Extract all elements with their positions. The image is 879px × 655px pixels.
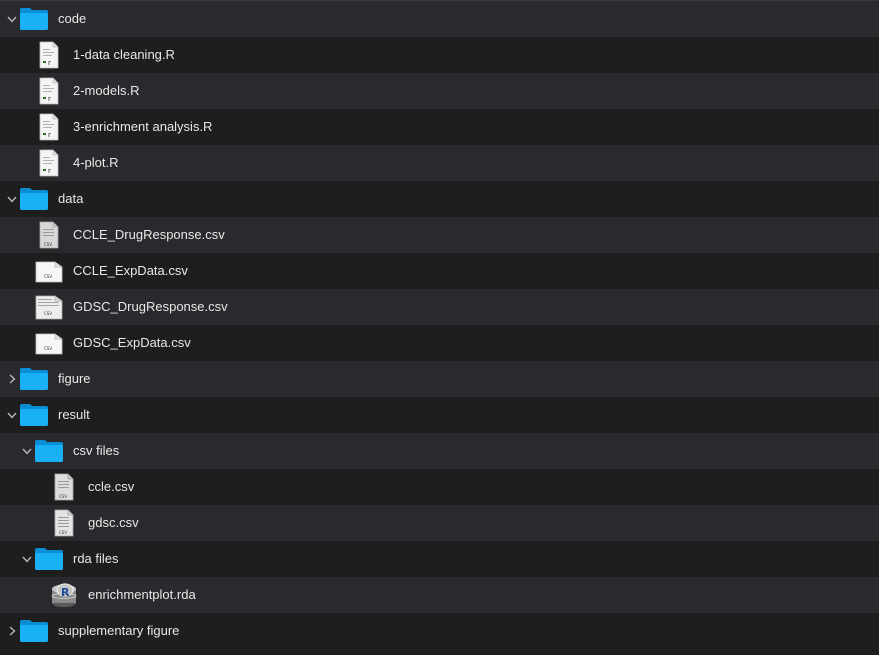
chevron-right-icon[interactable] (6, 625, 18, 637)
csv-file-icon: CSV (49, 509, 79, 537)
r-file-icon: r (34, 113, 64, 141)
file-row-r-script[interactable]: r 2-models.R (0, 73, 879, 109)
file-row-csv[interactable]: CSV GDSC_ExpData.csv (0, 325, 879, 361)
folder-icon (19, 617, 49, 645)
csv-tag: CSV (59, 494, 67, 499)
file-label: 1-data cleaning.R (73, 47, 175, 62)
svg-text:r: r (48, 167, 51, 175)
file-row-r-script[interactable]: r 4-plot.R (0, 145, 879, 181)
folder-row-code[interactable]: code (0, 1, 879, 37)
file-label: 3-enrichment analysis.R (73, 119, 213, 134)
folder-label: data (58, 191, 84, 206)
folder-row-figure[interactable]: figure (0, 361, 879, 397)
r-data-icon: R (49, 581, 79, 609)
folder-icon (19, 5, 49, 33)
folder-label: rda files (73, 551, 119, 566)
chevron-down-icon[interactable] (6, 13, 18, 25)
file-browser: code r 1-data cleaning.R r 2-models.R r … (0, 0, 879, 655)
csv-file-icon: CSV (34, 329, 64, 357)
file-row-r-script[interactable]: r 3-enrichment analysis.R (0, 109, 879, 145)
r-file-icon: r (34, 77, 64, 105)
folder-label: figure (58, 371, 91, 386)
file-label: GDSC_ExpData.csv (73, 335, 191, 350)
csv-tag: CSV (44, 274, 52, 279)
folder-row-result[interactable]: result (0, 397, 879, 433)
folder-icon (34, 545, 64, 573)
folder-label: supplementary figure (58, 623, 180, 638)
file-row-csv[interactable]: CSV CCLE_ExpData.csv (0, 253, 879, 289)
folder-icon (19, 365, 49, 393)
file-label: ccle.csv (88, 479, 135, 494)
chevron-right-icon[interactable] (6, 373, 18, 385)
folder-label: result (58, 407, 90, 422)
folder-row-csv-files[interactable]: csv files (0, 433, 879, 469)
r-file-icon: r (34, 41, 64, 69)
file-label: CCLE_DrugResponse.csv (73, 227, 225, 242)
file-row-r-script[interactable]: r 1-data cleaning.R (0, 37, 879, 73)
folder-label: code (58, 11, 87, 26)
csv-file-icon: CSV (34, 221, 64, 249)
folder-icon (34, 437, 64, 465)
csv-file-icon: CSV (34, 257, 64, 285)
folder-label: csv files (73, 443, 120, 458)
file-label: gdsc.csv (88, 515, 139, 530)
csv-tag: CSV (44, 242, 52, 247)
chevron-down-icon[interactable] (6, 193, 18, 205)
svg-text:r: r (48, 59, 51, 67)
csv-file-icon: CSV (34, 293, 64, 321)
svg-text:R: R (61, 586, 70, 599)
chevron-down-icon[interactable] (6, 409, 18, 421)
file-row-csv[interactable]: CSV ccle.csv (0, 469, 879, 505)
folder-icon (19, 185, 49, 213)
file-row-csv[interactable]: CSV gdsc.csv (0, 505, 879, 541)
file-label: CCLE_ExpData.csv (73, 263, 188, 278)
svg-text:r: r (48, 95, 51, 103)
csv-tag: CSV (59, 530, 67, 535)
chevron-down-icon[interactable] (21, 445, 33, 457)
chevron-down-icon[interactable] (21, 553, 33, 565)
file-label: enrichmentplot.rda (88, 587, 196, 602)
folder-icon (19, 401, 49, 429)
file-label: 2-models.R (73, 83, 140, 98)
csv-tag: CSV (44, 346, 52, 351)
csv-file-icon: CSV (49, 473, 79, 501)
file-row-rda[interactable]: R enrichmentplot.rda (0, 577, 879, 613)
folder-row-data[interactable]: data (0, 181, 879, 217)
r-file-icon: r (34, 149, 64, 177)
file-label: 4-plot.R (73, 155, 119, 170)
folder-row-rda-files[interactable]: rda files (0, 541, 879, 577)
svg-text:r: r (48, 131, 51, 139)
file-row-csv[interactable]: CSV GDSC_DrugResponse.csv (0, 289, 879, 325)
file-label: GDSC_DrugResponse.csv (73, 299, 228, 314)
file-row-csv[interactable]: CSV CCLE_DrugResponse.csv (0, 217, 879, 253)
folder-row-supplementary-figure[interactable]: supplementary figure (0, 613, 879, 649)
csv-tag: CSV (44, 311, 52, 316)
